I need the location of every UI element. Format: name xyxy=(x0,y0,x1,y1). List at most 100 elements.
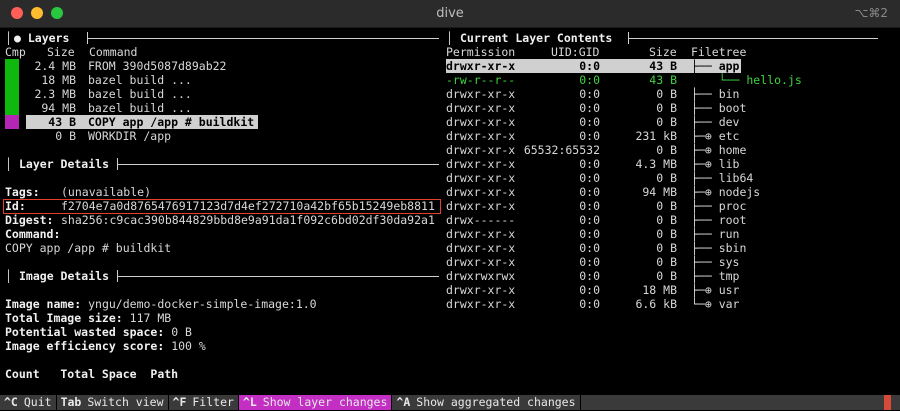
file-uid-gid: 0:0 xyxy=(579,129,600,143)
layer-details-corner: │ xyxy=(5,157,12,171)
image-details-rule xyxy=(117,276,439,277)
file-uid-gid: 0:0 xyxy=(579,115,600,129)
filetree-row[interactable]: drwx------ 0:0 0 B ├── root xyxy=(446,213,876,227)
window-shortcut: ⌥⌘2 xyxy=(854,6,888,20)
file-size: 0 B xyxy=(656,241,677,255)
layer-row[interactable]: 94 MB bazel build ... xyxy=(26,101,426,115)
filetree-row[interactable]: drwxr-xr-x 0:0 0 B ├── lib64 xyxy=(446,171,876,185)
file-permission: drwx------ xyxy=(446,213,516,227)
file-uid-gid: 0:0 xyxy=(579,241,600,255)
file-uid-gid: 0:0 xyxy=(579,255,600,269)
file-size: 0 B xyxy=(656,171,677,185)
digest-value: sha256:c9cac390b844829bbd8e9a91da1f092c6… xyxy=(61,213,435,227)
file-tree-node: └── hello.js xyxy=(691,73,802,87)
layer-row[interactable]: 43 B COPY app /app # buildkit xyxy=(26,115,258,129)
layer-row[interactable]: 18 MB bazel build ... xyxy=(26,73,426,87)
filetree-row[interactable]: drwxr-xr-x 0:0 0 B ├── run xyxy=(446,227,876,241)
filetree-row[interactable]: drwxr-xr-x 0:0 0 B ├── dev xyxy=(446,115,876,129)
key-hint-label: Show layer changes xyxy=(262,395,388,409)
layer-row[interactable]: 2.4 MB FROM 390d5087d89ab22 xyxy=(26,59,426,73)
layer-size: 2.3 MB xyxy=(34,87,76,101)
filetree-row[interactable]: drwxrwxrwx 0:0 0 B ├── tmp xyxy=(446,269,876,283)
file-tree-node: ├── lib64 xyxy=(691,171,754,185)
layers-pane-rule xyxy=(87,38,439,39)
file-tree-node: ├── proc xyxy=(691,199,747,213)
tags-label: Tags: xyxy=(5,185,40,199)
layer-row[interactable]: 0 B WORKDIR /app xyxy=(26,129,426,143)
key-hint-show-aggregated-changes[interactable]: ^A Show aggregated changes xyxy=(392,395,579,410)
file-permission: drwxrwxrwx xyxy=(446,269,516,283)
filetree-row[interactable]: drwxr-xr-x 0:0 6.6 kB └─⊕ var xyxy=(446,297,876,311)
key-hint-key: ^F xyxy=(172,395,187,409)
filetree-row[interactable]: drwxr-xr-x 0:0 18 MB ├─⊕ usr xyxy=(446,283,876,297)
file-uid-gid: 0:0 xyxy=(579,199,600,213)
file-tree-node: ├── boot xyxy=(691,101,747,115)
key-hint-label: Show aggregated changes xyxy=(416,395,576,409)
image-name-row: Image name: yngu/demo-docker-simple-imag… xyxy=(5,297,317,311)
image-size-row: Total Image size: 117 MB xyxy=(5,311,171,325)
id-value: f2704e7a0d8765476917123d7d4ef272710a42bf… xyxy=(61,199,435,213)
file-uid-gid: 0:0 xyxy=(579,185,600,199)
file-size: 0 B xyxy=(656,115,677,129)
keybinding-bar: ^C Quit Tab Switch view ^F Filter ^L Show layer… xyxy=(0,395,900,410)
key-hint-show-layer-changes[interactable]: ^L Show layer changes xyxy=(238,395,392,410)
id-label: Id: xyxy=(5,199,26,213)
wasted-space-row: Potential wasted space: 0 B xyxy=(5,325,192,339)
efficiency-label: Image efficiency score: xyxy=(5,339,165,353)
layer-row[interactable]: 2.3 MB bazel build ... xyxy=(26,87,426,101)
efficiency-row: Image efficiency score: 100 % xyxy=(5,339,206,353)
file-size: 0 B xyxy=(656,255,677,269)
scrollbar-thumb[interactable] xyxy=(884,395,891,410)
file-size: 6.6 kB xyxy=(635,297,677,311)
layer-size: 18 MB xyxy=(41,73,76,87)
key-hint-label: Filter xyxy=(192,395,234,409)
file-uid-gid: 0:0 xyxy=(579,59,600,73)
layer-details-title: Layer Details xyxy=(19,157,110,171)
file-tree-node: ├── root xyxy=(691,213,747,227)
file-permission: drwxr-xr-x xyxy=(446,143,516,157)
terminal[interactable]: │ ● Layers Cmp Size Command 2.4 MB FROM 3… xyxy=(0,28,900,411)
file-tree-node: ├─⊕ home xyxy=(691,143,747,157)
filetree-row[interactable]: drwxr-xr-x 0:0 0 B ├── sys xyxy=(446,255,876,269)
file-uid-gid: 0:0 xyxy=(579,213,600,227)
image-details-corner: │ xyxy=(5,269,12,283)
command-value: COPY app /app # buildkit xyxy=(5,241,172,255)
contents-header-uid: UID:GID xyxy=(551,45,600,59)
file-uid-gid: 0:0 xyxy=(579,171,600,185)
filetree-row[interactable]: drwxr-xr-x 0:0 0 B ├── proc xyxy=(446,199,876,213)
key-hint-switch-view[interactable]: Tab Switch view xyxy=(57,395,168,410)
layer-command: FROM 390d5087d89ab22 xyxy=(88,59,227,73)
filetree-row[interactable]: drwxr-xr-x 65532:65532 0 B ├─⊕ home xyxy=(446,143,876,157)
file-tree-node: ├─⊕ etc xyxy=(691,129,740,143)
layer-size: 43 B xyxy=(48,115,76,129)
file-uid-gid: 0:0 xyxy=(579,283,600,297)
key-hint-filter[interactable]: ^F Filter xyxy=(169,395,238,410)
layers-pane-rule-start xyxy=(87,32,88,44)
file-size: 0 B xyxy=(656,199,677,213)
file-permission: drwxr-xr-x xyxy=(446,283,516,297)
efficiency-value: 100 % xyxy=(171,339,206,353)
layer-details-rule xyxy=(117,164,439,165)
image-size-value: 117 MB xyxy=(129,311,172,325)
file-uid-gid: 0:0 xyxy=(579,297,600,311)
filetree-row[interactable]: drwxr-xr-x 0:0 4.3 MB ├─⊕ lib xyxy=(446,157,876,171)
filetree-row[interactable]: drwxr-xr-x 0:0 0 B ├── sbin xyxy=(446,241,876,255)
layer-size: 0 B xyxy=(55,129,76,143)
key-hint-quit[interactable]: ^C Quit xyxy=(0,395,56,410)
filetree-row[interactable]: drwxr-xr-x 0:0 231 kB ├─⊕ etc xyxy=(446,129,876,143)
filetree-row[interactable]: drwxr-xr-x 0:0 0 B ├── boot xyxy=(446,101,876,115)
file-size: 0 B xyxy=(656,269,677,283)
file-uid-gid: 0:0 xyxy=(579,269,600,283)
file-uid-gid: 0:0 xyxy=(579,101,600,115)
file-size: 0 B xyxy=(656,143,677,157)
file-permission: drwxr-xr-x xyxy=(446,255,516,269)
filetree-row[interactable]: drwxr-xr-x 0:0 0 B ├── bin xyxy=(446,87,876,101)
layer-size: 94 MB xyxy=(41,101,76,115)
filetree-row[interactable]: drwxr-xr-x 0:0 94 MB ├─⊕ nodejs xyxy=(446,185,876,199)
layer-cmp-bar xyxy=(5,115,19,129)
layer-cmp-bar xyxy=(5,87,19,101)
filetree-row[interactable]: drwxr-xr-x 0:0 43 B ├── app xyxy=(446,59,741,73)
file-permission: drwxr-xr-x xyxy=(446,297,516,311)
layer-command: WORKDIR /app xyxy=(88,129,172,143)
filetree-row[interactable]: -rw-r--r-- 0:0 43 B └── hello.js xyxy=(446,73,876,87)
